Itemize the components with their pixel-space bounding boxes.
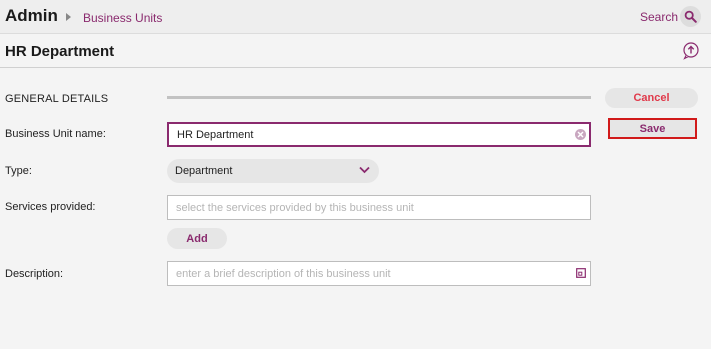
business-unit-name-input[interactable]	[177, 128, 567, 142]
type-select[interactable]: Department	[167, 159, 379, 183]
services-provided-field[interactable]	[167, 195, 591, 220]
save-button[interactable]: Save	[608, 118, 697, 139]
section-divider	[167, 96, 591, 99]
breadcrumb-arrow-icon	[66, 13, 71, 21]
add-service-button[interactable]: Add	[167, 228, 227, 249]
clear-icon[interactable]	[575, 129, 586, 140]
type-label: Type:	[5, 165, 32, 177]
description-field[interactable]	[167, 261, 591, 286]
top-bar: Admin Business Units Search	[0, 0, 711, 34]
page-title: HR Department	[5, 43, 115, 60]
description-input[interactable]	[176, 267, 566, 281]
search-label[interactable]: Search	[640, 10, 678, 24]
section-title-general-details: GENERAL DETAILS	[5, 93, 109, 105]
search-button[interactable]	[680, 6, 701, 27]
breadcrumb-business-units[interactable]: Business Units	[83, 11, 162, 25]
search-icon	[684, 10, 697, 23]
type-selected-value: Department	[175, 165, 233, 177]
page-header: HR Department	[0, 35, 711, 68]
business-unit-name-label: Business Unit name:	[5, 128, 106, 140]
business-unit-name-field[interactable]	[167, 122, 591, 147]
services-provided-label: Services provided:	[5, 201, 96, 213]
services-provided-input[interactable]	[176, 201, 566, 215]
app-title: Admin	[5, 6, 58, 25]
description-label: Description:	[5, 268, 64, 280]
cancel-button[interactable]: Cancel	[605, 88, 698, 108]
upload-icon[interactable]	[682, 42, 700, 60]
chevron-down-icon	[359, 166, 370, 174]
expand-icon[interactable]	[576, 268, 586, 278]
